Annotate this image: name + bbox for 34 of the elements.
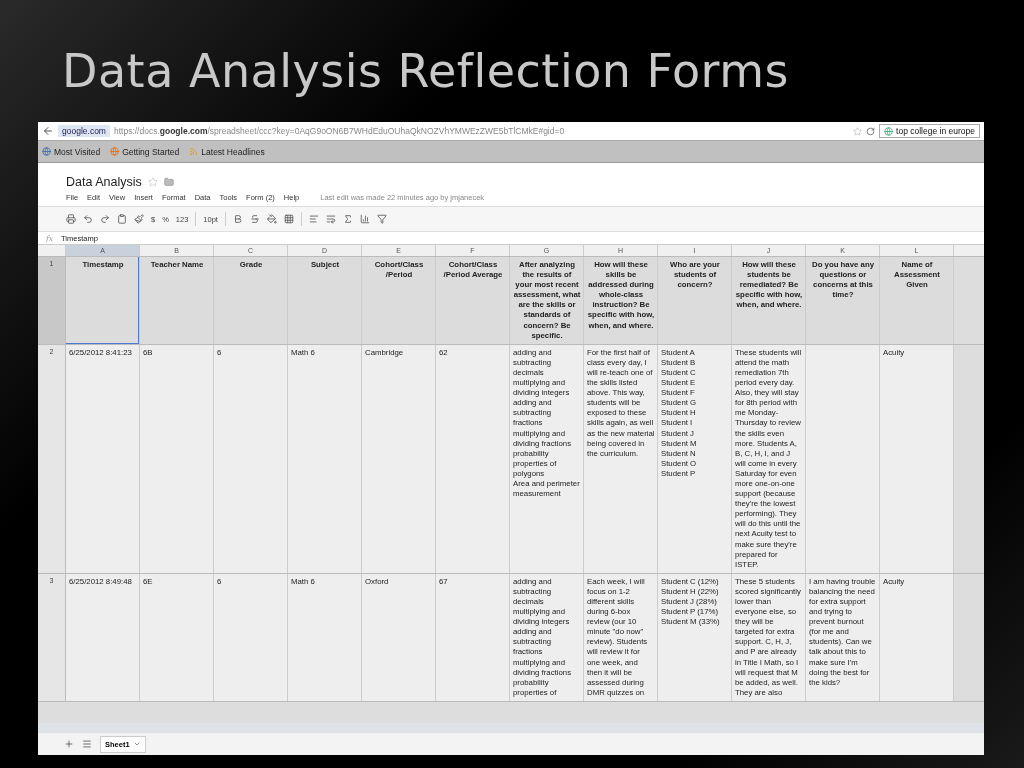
back-icon[interactable] bbox=[42, 125, 54, 137]
globe-icon bbox=[110, 147, 120, 156]
sum-icon[interactable] bbox=[342, 214, 353, 224]
bookmark-star-icon[interactable] bbox=[853, 126, 863, 136]
bookmark-link[interactable]: Most Visited bbox=[42, 146, 101, 157]
globe-icon bbox=[42, 147, 51, 156]
folder-icon[interactable] bbox=[163, 177, 174, 187]
sheet-list-icon[interactable] bbox=[82, 739, 92, 749]
add-sheet-icon[interactable] bbox=[64, 739, 74, 749]
slide-title: Data Analysis Reflection Forms bbox=[61, 44, 789, 100]
filter-icon[interactable] bbox=[376, 214, 387, 224]
caret-icon bbox=[132, 740, 141, 748]
reload-icon[interactable] bbox=[866, 126, 876, 136]
chart-icon[interactable] bbox=[359, 214, 370, 224]
print-icon[interactable] bbox=[66, 214, 76, 224]
bookmark-link[interactable]: Getting Started bbox=[110, 146, 180, 157]
paint-format-icon[interactable] bbox=[134, 214, 144, 224]
strikethrough-icon[interactable] bbox=[249, 214, 260, 224]
url-field[interactable]: https://docs.google.com/spreadsheet/ccc?key=0AqG9oON6B7WHdEduOUhaQkNOZVhYMWEzZWE5bTlCMkE#gid=0 bbox=[113, 126, 850, 136]
bookmark-link[interactable]: Latest Headlines bbox=[189, 146, 265, 157]
site-identity-badge[interactable]: google.com bbox=[58, 125, 110, 137]
redo-icon[interactable] bbox=[100, 214, 110, 224]
star-icon[interactable] bbox=[147, 177, 158, 187]
undo-icon[interactable] bbox=[83, 214, 93, 224]
wrap-text-icon[interactable] bbox=[325, 214, 336, 224]
align-icon[interactable] bbox=[308, 214, 319, 224]
feed-icon bbox=[189, 147, 199, 156]
search-field[interactable]: top college in europe bbox=[879, 124, 980, 138]
paste-icon[interactable] bbox=[117, 214, 127, 224]
borders-icon[interactable] bbox=[283, 214, 294, 224]
search-engine-icon bbox=[884, 126, 894, 136]
bold-icon[interactable] bbox=[232, 214, 243, 224]
document-title: Data Analysis bbox=[66, 175, 142, 189]
fill-color-icon[interactable] bbox=[266, 214, 277, 224]
